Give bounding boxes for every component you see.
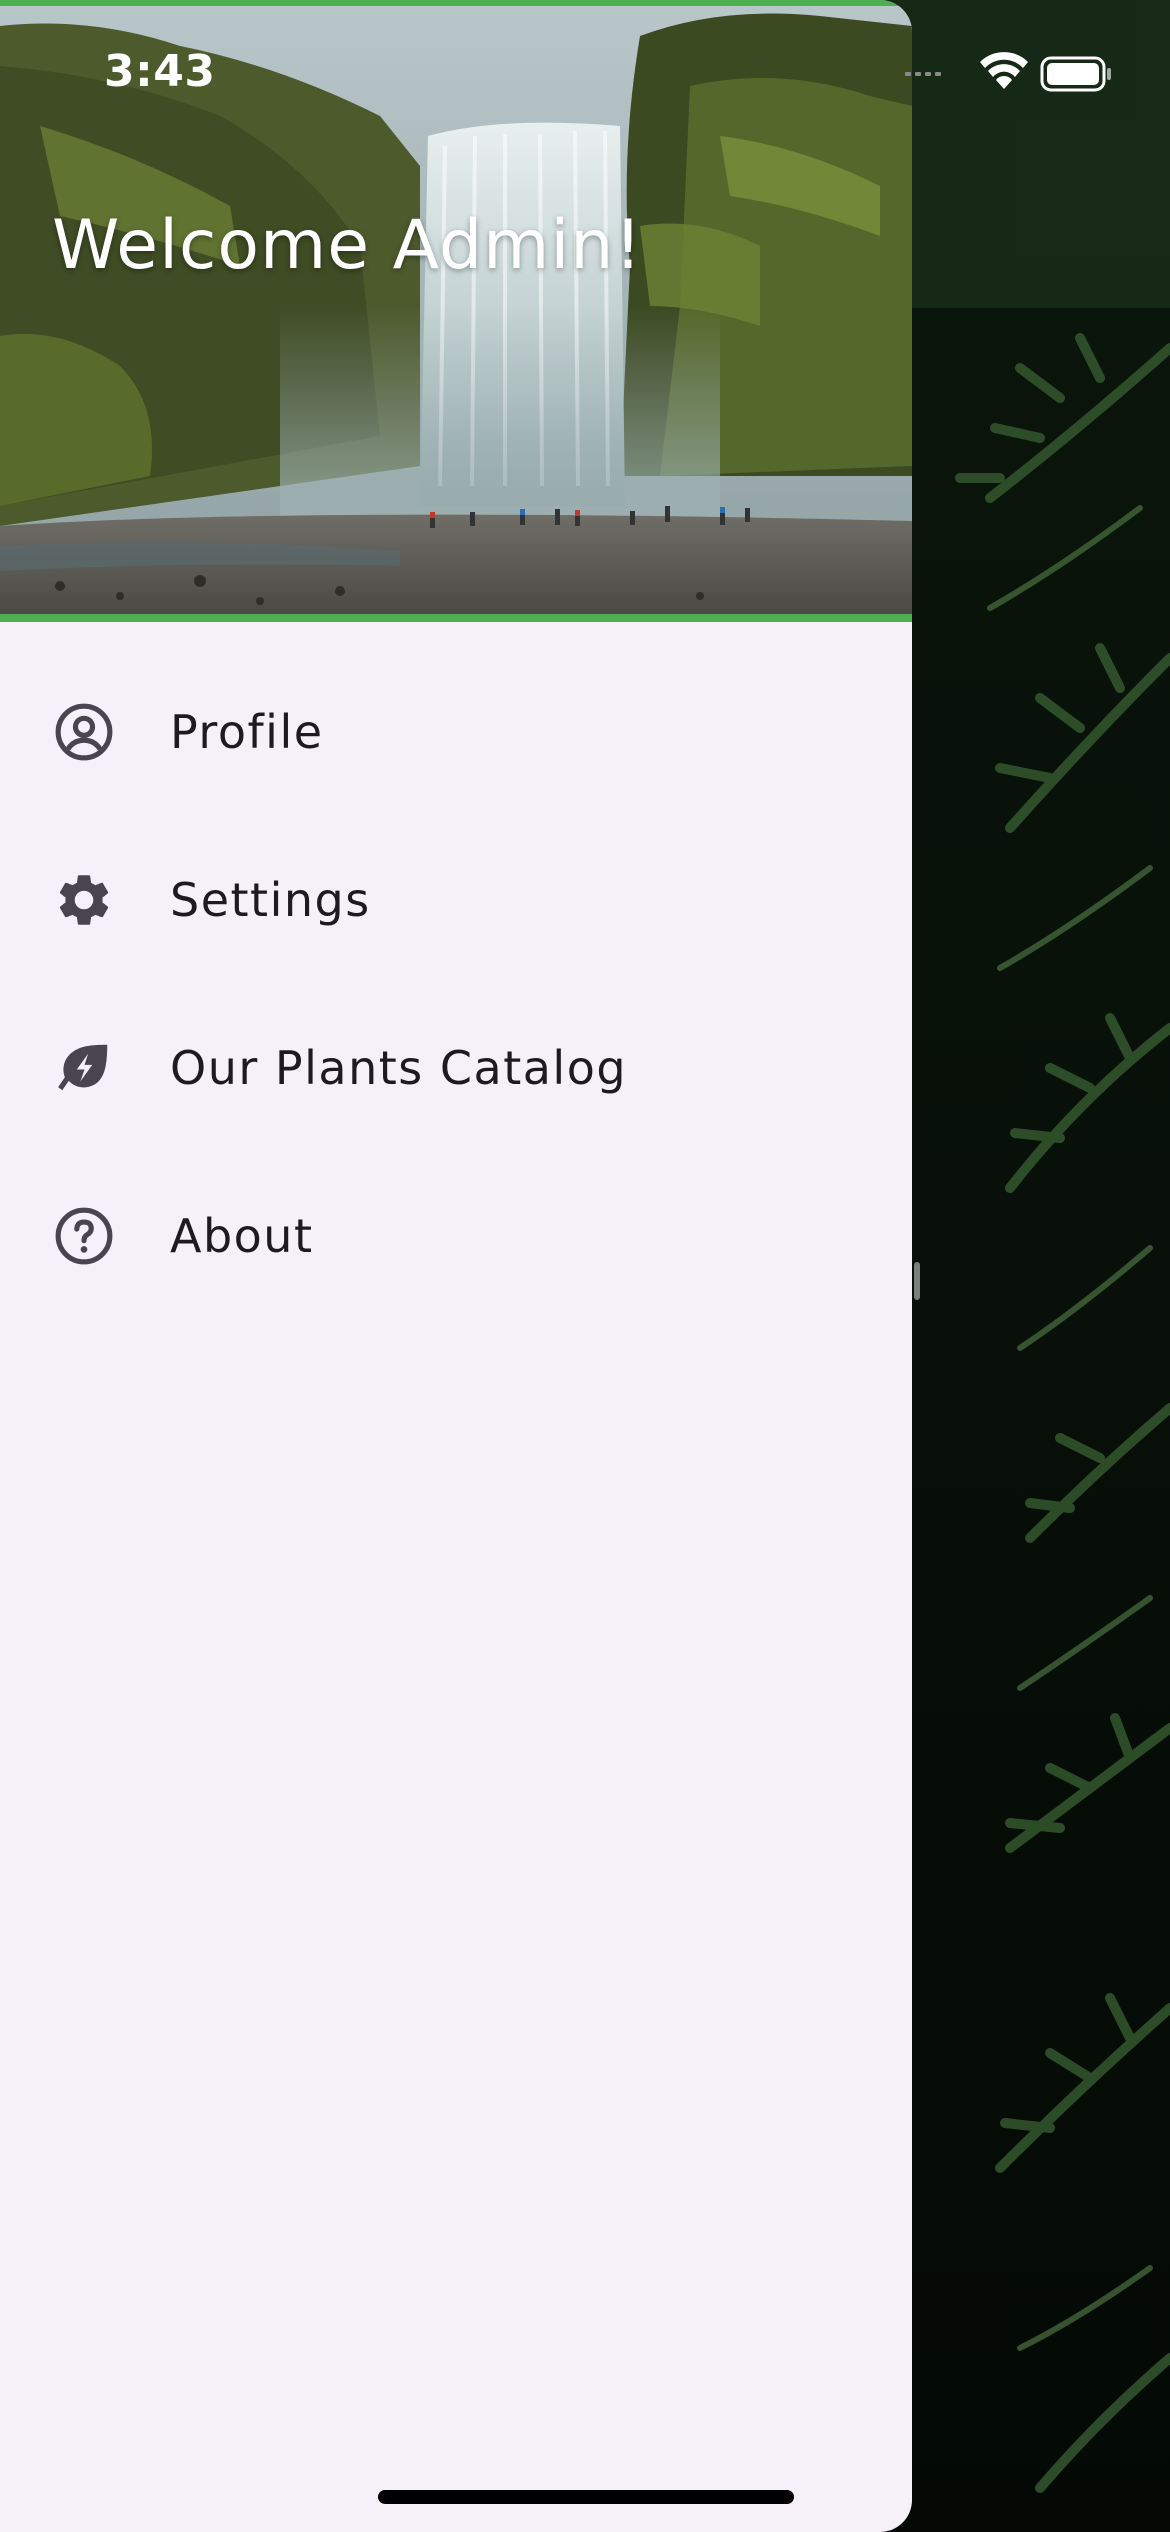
drawer-item-label: Our Plants Catalog	[170, 1041, 628, 1095]
help-circle-icon	[52, 1204, 116, 1268]
drawer-header-title: Welcome Admin!	[52, 206, 643, 285]
drawer-item-about[interactable]: About	[0, 1152, 912, 1320]
drawer-item-label: About	[170, 1209, 314, 1263]
home-indicator[interactable]	[378, 2490, 794, 2504]
status-bar-icons	[905, 52, 1111, 92]
eco-leaf-bolt-icon	[52, 1036, 116, 1100]
drawer-item-plants-catalog[interactable]: Our Plants Catalog	[0, 984, 912, 1152]
drawer-item-profile[interactable]: Profile	[0, 648, 912, 816]
drawer-item-label: Profile	[170, 705, 324, 759]
navigation-drawer: Welcome Admin! Profile Settings Our Plan…	[0, 0, 912, 2532]
gear-icon	[52, 868, 116, 932]
drawer-item-settings[interactable]: Settings	[0, 816, 912, 984]
waterfall-header-image	[0, 6, 912, 614]
drawer-item-label: Settings	[170, 873, 371, 927]
drawer-menu: Profile Settings Our Plants Catalog Abou…	[0, 648, 912, 1320]
status-bar-time: 3:43	[104, 46, 216, 97]
drawer-edge-handle[interactable]	[914, 1262, 920, 1300]
account-circle-icon	[52, 700, 116, 764]
battery-icon	[1040, 56, 1111, 92]
cellular-signal-icon	[905, 72, 941, 76]
wifi-icon	[980, 52, 1028, 89]
header-divider	[0, 614, 912, 622]
